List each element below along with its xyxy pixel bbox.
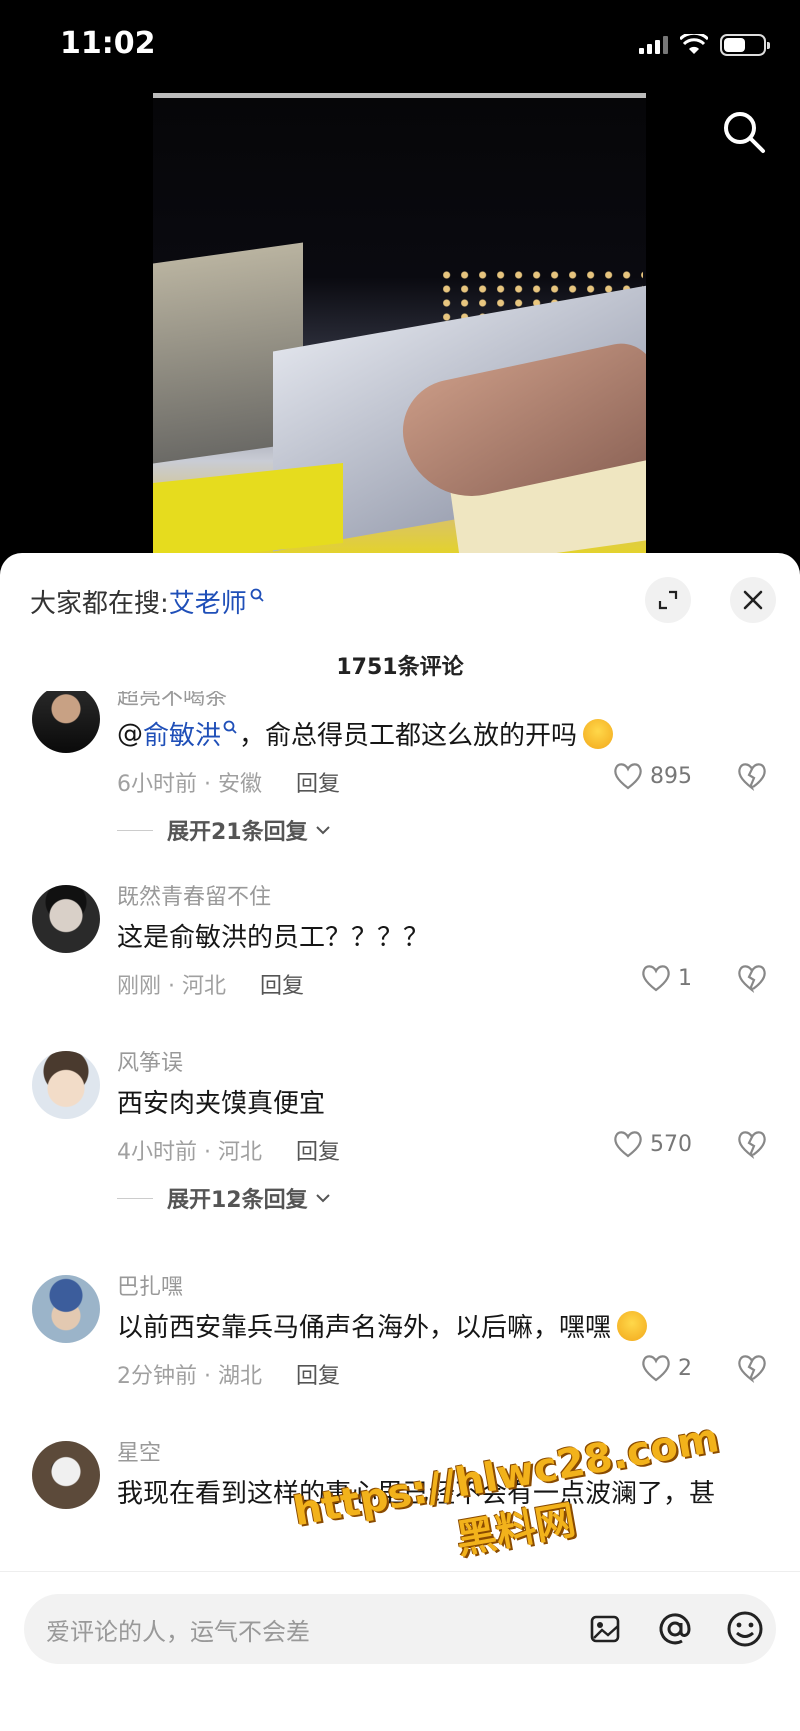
emoji-icon bbox=[727, 1611, 763, 1647]
expand-replies-button[interactable]: 展开12条回复 bbox=[117, 1182, 332, 1214]
mention-link[interactable]: 俞敏洪 bbox=[143, 715, 221, 752]
comment-username[interactable]: 风筝误 bbox=[117, 1045, 183, 1077]
like-count: 2 bbox=[678, 1355, 692, 1381]
status-time: 11:02 bbox=[60, 26, 156, 61]
reply-button[interactable]: 回复 bbox=[296, 766, 340, 798]
image-icon bbox=[590, 1615, 620, 1643]
comment-meta: 刚刚 · 河北 回复 bbox=[117, 968, 304, 1000]
trending-term[interactable]: 艾老师 bbox=[169, 583, 247, 620]
comment-username[interactable]: 星空 bbox=[117, 1435, 161, 1467]
avatar[interactable] bbox=[32, 1441, 100, 1509]
like-button[interactable]: 895 bbox=[612, 761, 692, 791]
battery-icon bbox=[720, 34, 770, 56]
broken-heart-icon[interactable] bbox=[736, 1353, 768, 1383]
comment-input-bar: 爱评论的人，运气不会差 bbox=[0, 1571, 800, 1731]
broken-heart-icon[interactable] bbox=[736, 761, 768, 791]
avatar[interactable] bbox=[32, 1051, 100, 1119]
like-button[interactable]: 1 bbox=[640, 963, 692, 993]
reply-button[interactable]: 回复 bbox=[260, 968, 304, 1000]
chevron-down-icon bbox=[315, 1194, 330, 1203]
comment-text: 以前西安靠兵马俑声名海外，以后嘛，嘿嘿 bbox=[117, 1307, 648, 1344]
at-icon bbox=[659, 1613, 691, 1645]
comment-input-placeholder: 爱评论的人，运气不会差 bbox=[46, 1618, 310, 1646]
like-count: 570 bbox=[650, 1131, 692, 1157]
like-button[interactable]: 2 bbox=[640, 1353, 692, 1383]
search-small-icon bbox=[250, 588, 264, 602]
comment-meta: 6小时前 · 安徽 回复 bbox=[117, 766, 340, 798]
comment-meta: 4小时前 · 河北 回复 bbox=[117, 1134, 340, 1166]
search-icon[interactable] bbox=[722, 110, 766, 154]
chevron-down-icon bbox=[315, 826, 330, 835]
heart-icon bbox=[614, 763, 642, 790]
heart-icon bbox=[642, 1355, 670, 1382]
comment-text: @ 俞敏洪 ，俞总得员工都这么放的开吗 bbox=[117, 715, 614, 752]
like-count: 895 bbox=[650, 763, 692, 789]
comment-count: 1751条评论 bbox=[336, 655, 464, 680]
close-icon bbox=[743, 590, 763, 610]
image-button[interactable] bbox=[580, 1604, 630, 1654]
video-player[interactable] bbox=[153, 93, 646, 553]
shy-face-emoji-icon bbox=[617, 1310, 648, 1341]
signal-icon bbox=[639, 36, 668, 54]
trending-search[interactable]: 大家都在搜: 艾老师 bbox=[30, 583, 264, 620]
heart-icon bbox=[614, 1131, 642, 1158]
search-small-icon bbox=[223, 720, 237, 734]
emoji-button[interactable] bbox=[720, 1604, 770, 1654]
reply-button[interactable]: 回复 bbox=[296, 1358, 340, 1390]
comment-username[interactable]: 既然青春留不住 bbox=[117, 879, 271, 911]
like-button[interactable]: 570 bbox=[612, 1129, 692, 1159]
reply-button[interactable]: 回复 bbox=[296, 1134, 340, 1166]
comment-input[interactable]: 爱评论的人，运气不会差 bbox=[24, 1594, 776, 1664]
video-progress-bar[interactable] bbox=[153, 93, 646, 98]
avatar[interactable] bbox=[32, 885, 100, 953]
crying-laughing-emoji-icon bbox=[583, 718, 614, 749]
expand-replies-button[interactable]: 展开21条回复 bbox=[117, 814, 332, 846]
broken-heart-icon[interactable] bbox=[736, 963, 768, 993]
like-count: 1 bbox=[678, 965, 692, 991]
comment-text: 西安肉夹馍真便宜 bbox=[117, 1089, 326, 1119]
broken-heart-icon[interactable] bbox=[736, 1129, 768, 1159]
comment-username[interactable]: 巴扎嘿 bbox=[117, 1269, 183, 1301]
status-icons bbox=[639, 34, 770, 56]
comment-meta: 2分钟前 · 湖北 回复 bbox=[117, 1358, 340, 1390]
comment-text: 这是俞敏洪的员工？？？？ bbox=[117, 923, 430, 953]
avatar[interactable] bbox=[32, 1275, 100, 1343]
expand-button[interactable] bbox=[645, 577, 691, 623]
mention-button[interactable] bbox=[650, 1604, 700, 1654]
expand-icon bbox=[658, 590, 678, 610]
trending-prefix: 大家都在搜: bbox=[30, 589, 169, 619]
close-button[interactable] bbox=[730, 577, 776, 623]
avatar[interactable] bbox=[32, 691, 100, 753]
wifi-icon bbox=[680, 34, 708, 54]
heart-icon bbox=[642, 965, 670, 992]
comment-username[interactable]: 超亮不喝茶 bbox=[117, 691, 227, 711]
